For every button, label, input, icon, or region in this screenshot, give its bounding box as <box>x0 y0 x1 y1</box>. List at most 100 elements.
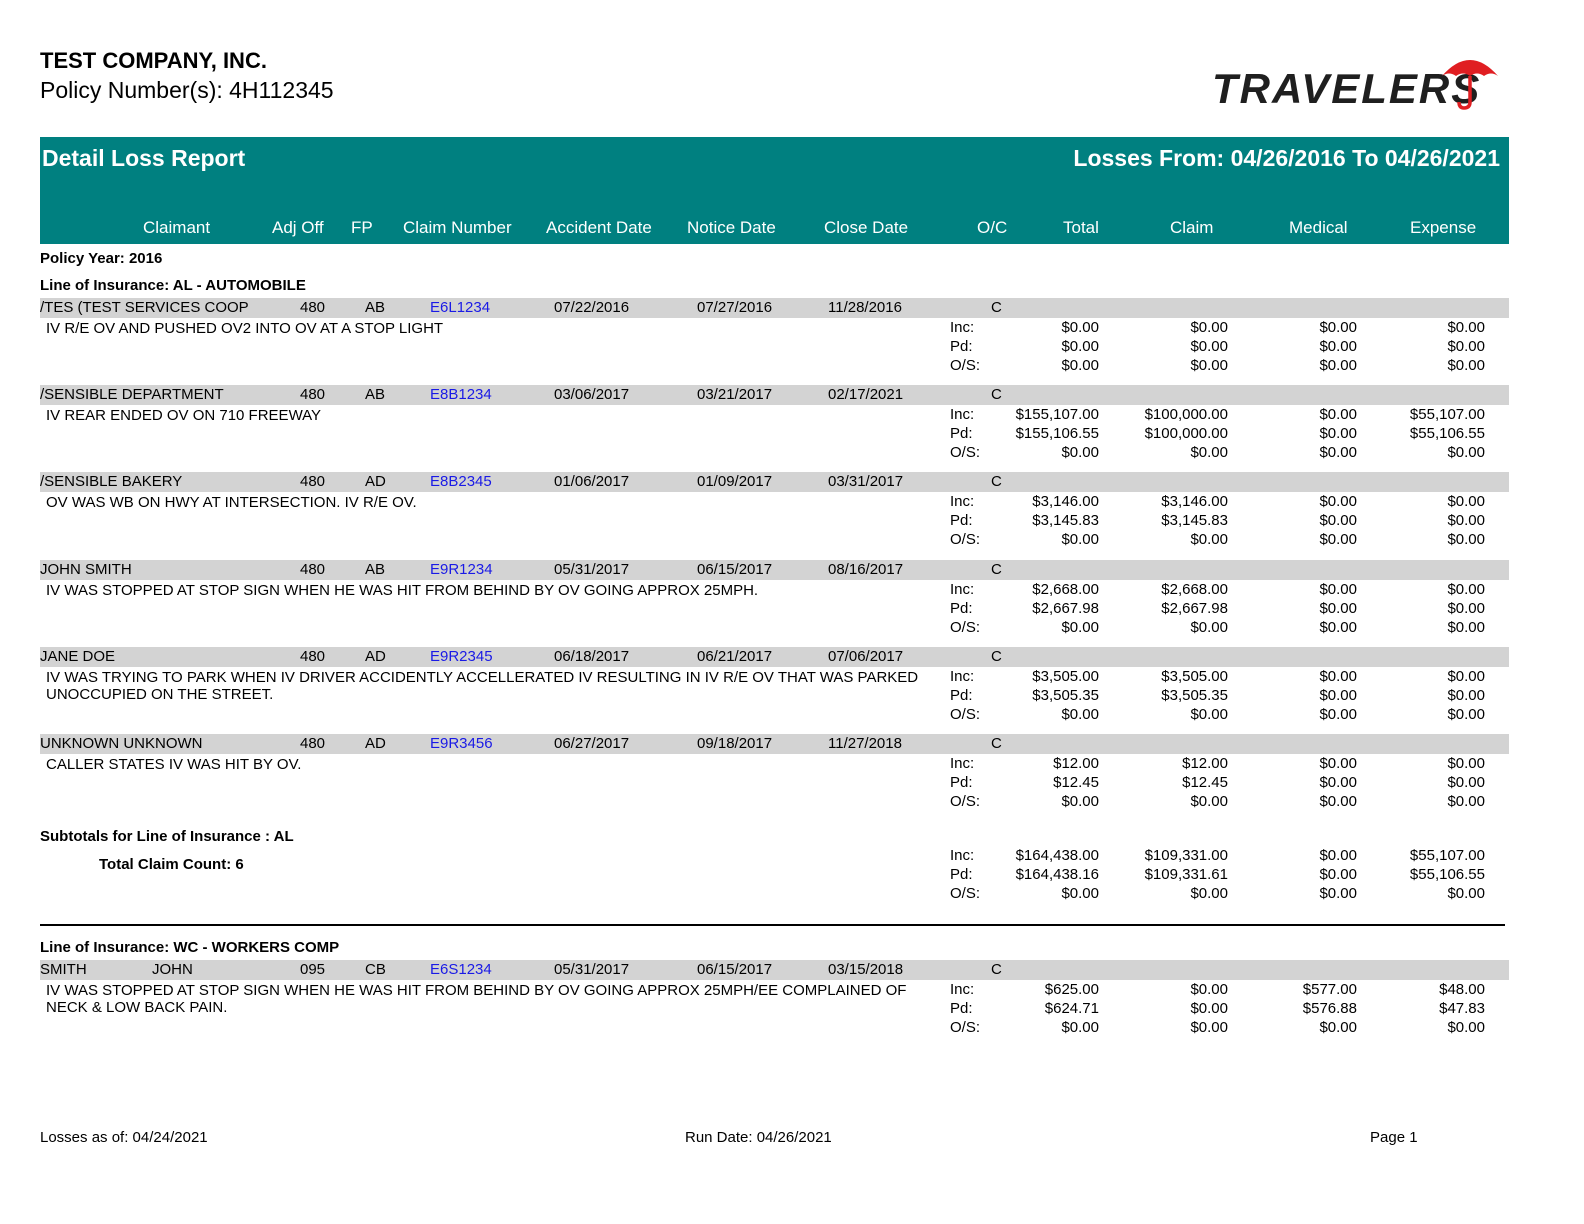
policy-year: Policy Year: 2016 <box>40 250 163 267</box>
medical-amount: $0.00 <box>1319 493 1357 510</box>
close-date: 07/06/2017 <box>828 648 904 665</box>
total-amount: $625.00 <box>1044 981 1099 998</box>
col-close-date: Close Date <box>824 218 909 237</box>
medical-amount: $0.00 <box>1319 1019 1357 1036</box>
claim-number-link[interactable]: E9R1234 <box>430 561 493 578</box>
notice-date: 07/27/2016 <box>697 299 773 316</box>
accident-date: 03/06/2017 <box>554 386 630 403</box>
claim-number-link[interactable]: E9R2345 <box>430 648 493 665</box>
claimant: SMITH <box>40 961 87 978</box>
claim-amount: $0.00 <box>1190 1019 1228 1036</box>
accident-date: 06/18/2017 <box>554 648 630 665</box>
claimant: /TES (TEST SERVICES COOP <box>40 299 249 316</box>
subtotal-amounts: Inc: $164,438.00 $109,331.00 $0.00 $55,107.0… <box>0 847 1509 907</box>
amount-label: Pd: <box>950 600 973 617</box>
open-closed-status: C <box>991 561 1002 578</box>
medical-amount: $576.88 <box>1302 1000 1357 1017</box>
accident-date: 01/06/2017 <box>554 473 630 490</box>
amount-label: Pd: <box>950 687 973 704</box>
claim-amount: $3,505.35 <box>1161 687 1228 704</box>
inc-row: Inc: $625.00 $0.00 $577.00 $48.00 <box>0 981 1509 1000</box>
total-amount: $12.45 <box>1053 774 1099 791</box>
medical-amount: $577.00 <box>1302 981 1357 998</box>
accident-date: 05/31/2017 <box>554 561 630 578</box>
medical-amount: $0.00 <box>1319 319 1357 336</box>
medical-amount: $0.00 <box>1319 406 1357 423</box>
col-claim-number: Claim Number <box>403 218 512 237</box>
total-amount: $2,668.00 <box>1032 581 1099 598</box>
pd-row: Pd: $164,438.16 $109,331.61 $0.00 $55,106.55 <box>0 866 1509 885</box>
total-amount: $0.00 <box>1061 706 1099 723</box>
claim-number-link[interactable]: E6L1234 <box>430 299 490 316</box>
amount-label: O/S: <box>950 531 981 548</box>
total-amount: $0.00 <box>1061 885 1099 902</box>
expense-amount: $0.00 <box>1447 600 1485 617</box>
fp-code: AD <box>365 648 386 665</box>
claim-row: JANE DOE 480 AD E9R2345 06/18/2017 06/21/2017… <box>0 647 1509 727</box>
claim-amount: $0.00 <box>1190 1000 1228 1017</box>
amount-label: Pd: <box>950 866 973 883</box>
fp-code: AD <box>365 473 386 490</box>
total-amount: $3,505.00 <box>1032 668 1099 685</box>
claim-number-link[interactable]: E6S1234 <box>430 961 492 978</box>
medical-amount: $0.00 <box>1319 581 1357 598</box>
fp-code: AB <box>365 299 386 316</box>
notice-date: 09/18/2017 <box>697 735 773 752</box>
total-amount: $164,438.00 <box>1015 847 1099 864</box>
expense-amount: $0.00 <box>1447 687 1485 704</box>
total-amount: $0.00 <box>1061 319 1099 336</box>
col-notice-date: Notice Date <box>687 218 776 237</box>
pd-row: Pd: $155,106.55 $100,000.00 $0.00 $55,106.55 <box>0 425 1509 444</box>
medical-amount: $0.00 <box>1319 531 1357 548</box>
medical-amount: $0.00 <box>1319 338 1357 355</box>
adj-office: 480 <box>300 299 326 316</box>
expense-amount: $55,107.00 <box>1409 406 1485 423</box>
claim-number-link[interactable]: E8B1234 <box>430 386 492 403</box>
claim-amount: $109,331.61 <box>1144 866 1228 883</box>
total-amount: $155,106.55 <box>1015 425 1099 442</box>
accident-date: 07/22/2016 <box>554 299 630 316</box>
total-amount: $12.00 <box>1053 755 1099 772</box>
expense-amount: $55,107.00 <box>1409 847 1485 864</box>
os-row: O/S: $0.00 $0.00 $0.00 $0.00 <box>0 357 1509 376</box>
total-amount: $0.00 <box>1061 1019 1099 1036</box>
total-amount: $155,107.00 <box>1015 406 1099 423</box>
close-date: 11/27/2018 <box>828 735 902 752</box>
expense-amount: $0.00 <box>1447 619 1485 636</box>
expense-amount: $0.00 <box>1447 319 1485 336</box>
claim-number-link[interactable]: E9R3456 <box>430 735 493 752</box>
close-date: 02/17/2021 <box>828 386 904 403</box>
amount-label: O/S: <box>950 619 981 636</box>
total-amount: $0.00 <box>1061 357 1099 374</box>
amount-label: Pd: <box>950 338 973 355</box>
claim-amount: $3,145.83 <box>1161 512 1228 529</box>
open-closed-status: C <box>991 735 1002 752</box>
open-closed-status: C <box>991 299 1002 316</box>
amount-label: Inc: <box>950 319 975 336</box>
medical-amount: $0.00 <box>1319 706 1357 723</box>
col-medical: Medical <box>1289 218 1348 237</box>
claim-amount: $12.45 <box>1182 774 1228 791</box>
expense-amount: $0.00 <box>1447 493 1485 510</box>
pd-row: Pd: $624.71 $0.00 $576.88 $47.83 <box>0 1000 1509 1019</box>
company-name: TEST COMPANY, INC. <box>40 48 267 73</box>
claim-amount: $2,668.00 <box>1161 581 1228 598</box>
col-total: Total <box>1063 218 1099 237</box>
claimant: /SENSIBLE DEPARTMENT <box>40 386 224 403</box>
amount-label: Pd: <box>950 512 973 529</box>
claim-amount: $0.00 <box>1190 793 1228 810</box>
inc-row: Inc: $2,668.00 $2,668.00 $0.00 $0.00 <box>0 581 1509 600</box>
report-title: Detail Loss Report <box>42 145 246 171</box>
expense-amount: $55,106.55 <box>1409 866 1485 883</box>
medical-amount: $0.00 <box>1319 619 1357 636</box>
amount-label: Inc: <box>950 668 975 685</box>
amount-label: O/S: <box>950 706 981 723</box>
claim-amount: $0.00 <box>1190 444 1228 461</box>
claim-header-band <box>40 960 1509 980</box>
expense-amount: $0.00 <box>1447 357 1485 374</box>
fp-code: AB <box>365 386 386 403</box>
expense-amount: $0.00 <box>1447 774 1485 791</box>
amount-label: Inc: <box>950 581 975 598</box>
claim-number-link[interactable]: E8B2345 <box>430 473 492 490</box>
total-amount: $2,667.98 <box>1032 600 1099 617</box>
